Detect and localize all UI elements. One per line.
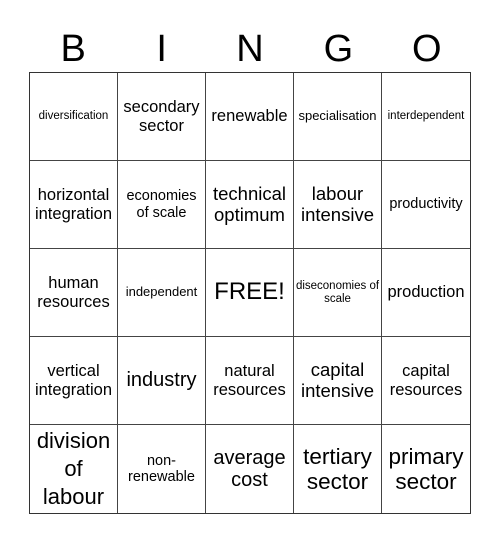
- bingo-cell[interactable]: human resources: [30, 249, 118, 337]
- bingo-cell[interactable]: technical optimum: [206, 161, 294, 249]
- bingo-cell[interactable]: industry: [118, 337, 206, 425]
- header-letter-g: G: [323, 28, 354, 70]
- bingo-cell[interactable]: production: [382, 249, 470, 337]
- bingo-cell[interactable]: interdependent: [382, 73, 470, 161]
- bingo-cell[interactable]: capital intensive: [294, 337, 382, 425]
- bingo-cell-free[interactable]: FREE!: [206, 249, 294, 337]
- bingo-cell[interactable]: productivity: [382, 161, 470, 249]
- bingo-header: B I N G O: [29, 26, 471, 72]
- bingo-grid: diversification secondary sector renewab…: [29, 72, 471, 514]
- header-letter-b: B: [60, 28, 86, 70]
- bingo-cell[interactable]: specialisation: [294, 73, 382, 161]
- bingo-cell[interactable]: independent: [118, 249, 206, 337]
- bingo-cell[interactable]: diseconomies of scale: [294, 249, 382, 337]
- bingo-cell[interactable]: primary sector: [382, 425, 470, 513]
- header-letter-o: O: [412, 28, 442, 70]
- bingo-cell[interactable]: natural resources: [206, 337, 294, 425]
- bingo-cell[interactable]: horizontal integration: [30, 161, 118, 249]
- bingo-cell[interactable]: average cost: [206, 425, 294, 513]
- bingo-cell[interactable]: labour intensive: [294, 161, 382, 249]
- bingo-cell[interactable]: capital resources: [382, 337, 470, 425]
- bingo-cell[interactable]: division of labour: [30, 425, 118, 513]
- bingo-cell[interactable]: renewable: [206, 73, 294, 161]
- bingo-cell[interactable]: secondary sector: [118, 73, 206, 161]
- bingo-cell[interactable]: tertiary sector: [294, 425, 382, 513]
- bingo-cell[interactable]: vertical integration: [30, 337, 118, 425]
- header-letter-n: N: [236, 28, 264, 70]
- bingo-cell[interactable]: economies of scale: [118, 161, 206, 249]
- bingo-cell[interactable]: diversification: [30, 73, 118, 161]
- bingo-cell[interactable]: non-renewable: [118, 425, 206, 513]
- header-letter-i: I: [156, 28, 167, 70]
